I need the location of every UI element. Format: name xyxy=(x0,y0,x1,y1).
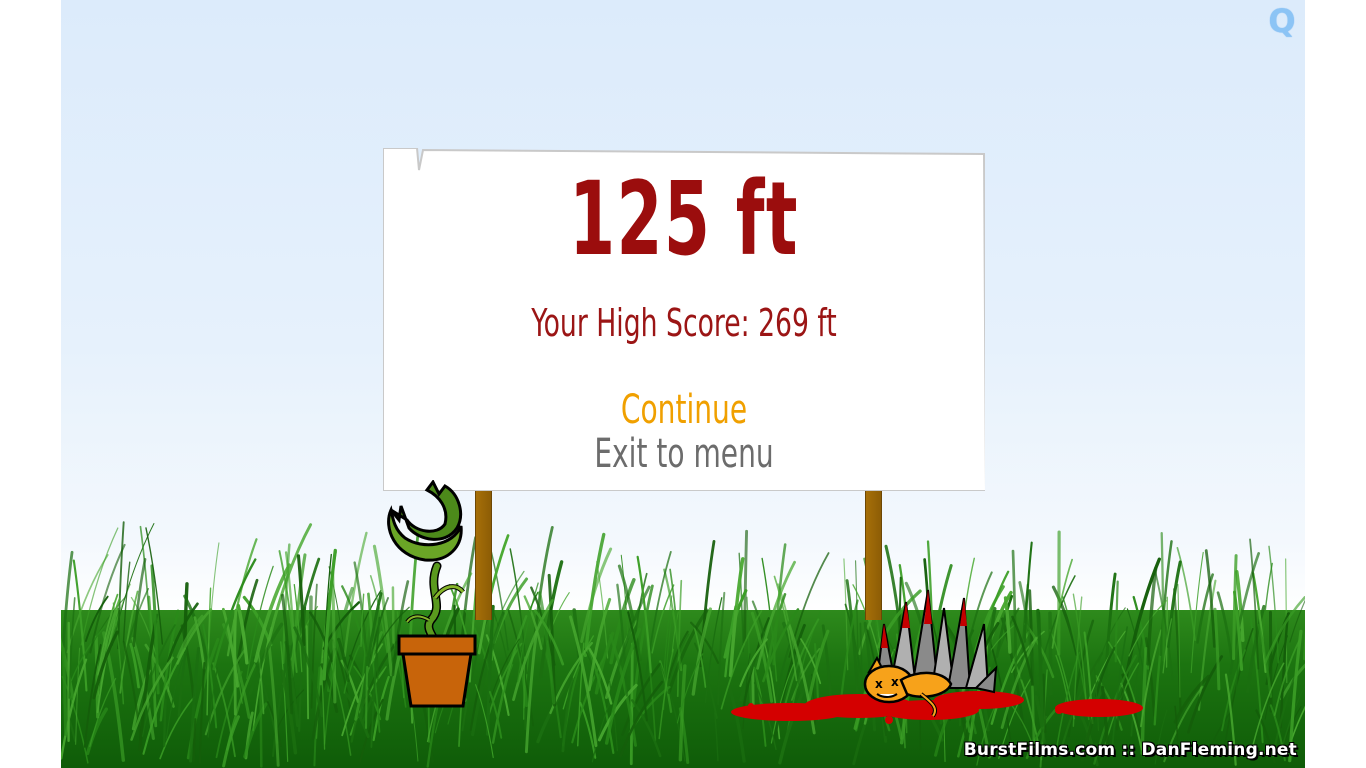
continue-button[interactable]: Continue xyxy=(605,386,763,434)
credits-link[interactable]: BurstFilms.com :: DanFleming.net xyxy=(964,740,1297,760)
game-stage[interactable]: 125 ft Your High Score: 269 ft Continue … xyxy=(61,0,1305,768)
svg-text:x: x xyxy=(891,675,899,689)
quality-toggle-button[interactable]: Q xyxy=(1266,4,1298,38)
score-sign: 125 ft Your High Score: 269 ft Continue … xyxy=(383,148,985,491)
kitty-sprite: x x xyxy=(863,655,953,718)
distance-score: 125 ft xyxy=(569,160,799,279)
svg-text:x: x xyxy=(875,677,883,691)
high-score-text: Your High Score: 269 ft xyxy=(531,301,837,345)
carnivorous-plant-sprite xyxy=(387,480,477,708)
exit-to-menu-button[interactable]: Exit to menu xyxy=(590,430,779,478)
